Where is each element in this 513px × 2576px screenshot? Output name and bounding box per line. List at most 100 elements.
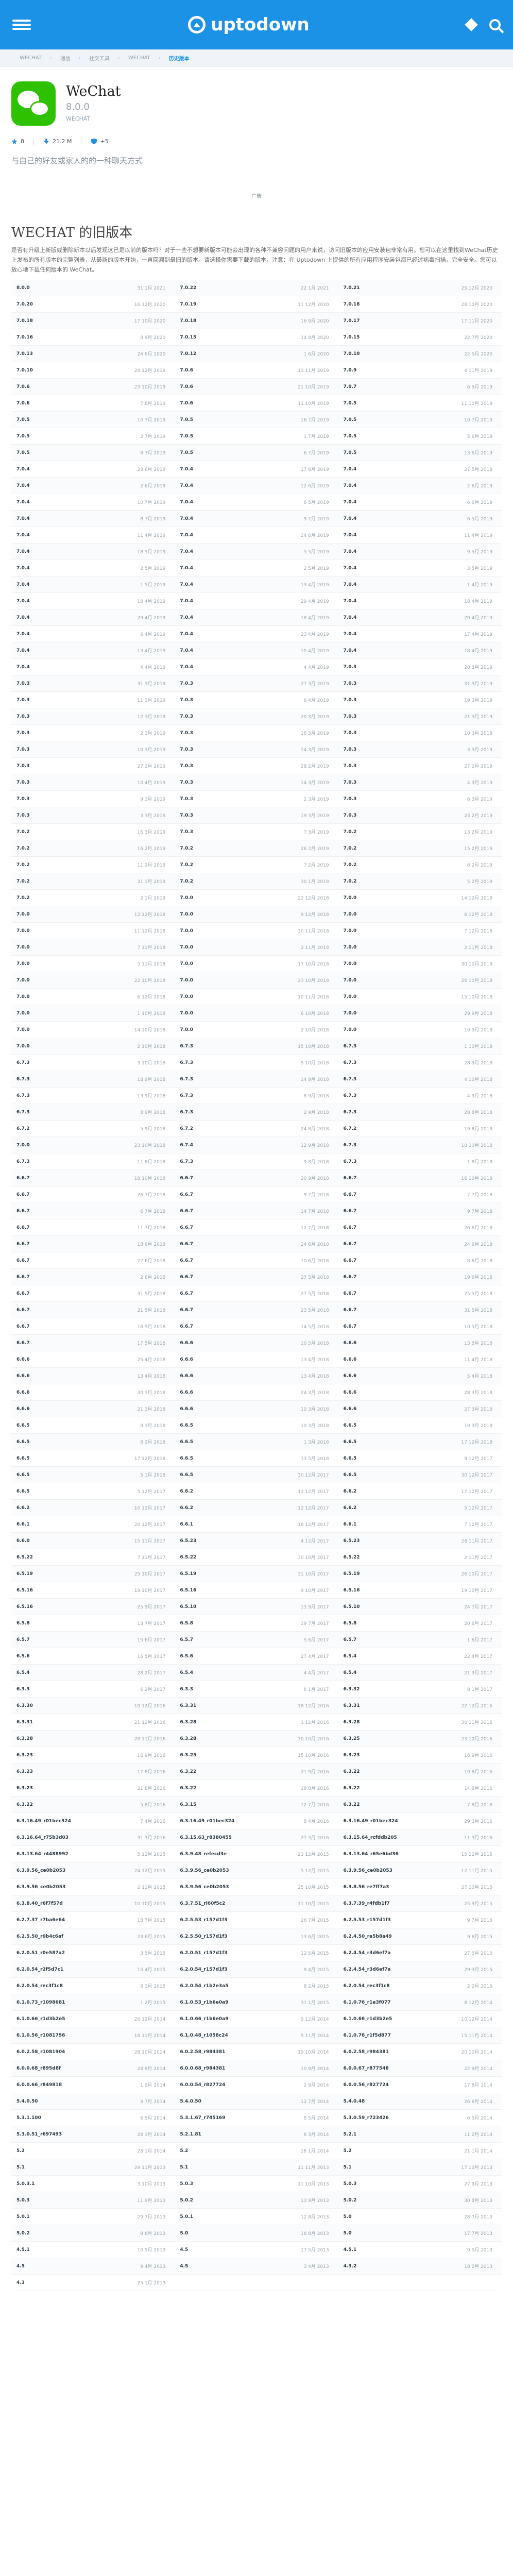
version-item[interactable]: 7.0.18 17 10月 2020 [11,317,175,325]
version-item[interactable]: 6.6.5 8 2月 2018 [11,1438,175,1446]
version-item[interactable]: 6.6.5 10 3月 2018 [175,1422,338,1429]
version-item[interactable]: 6.3.30 10 12月 2016 [11,1702,175,1709]
version-item[interactable]: 6.3.7.51_ri60f5c2 11 10月 2015 [175,1900,338,1907]
version-item[interactable]: 7.0.0 10 9月 2018 [338,1026,502,1033]
version-item[interactable]: 6.6.6 13 4月 2018 [11,1372,175,1380]
version-item[interactable]: 7.0.4 6 5月 2019 [175,499,338,506]
version-item[interactable]: 6.3.28 28 11月 2016 [11,1735,175,1742]
version-item[interactable]: 7.0.4 3 5月 2019 [338,565,502,572]
breadcrumb-item[interactable]: WECHAT [120,55,159,61]
version-item[interactable]: 7.0.6 7 8月 2019 [11,400,175,407]
version-item[interactable]: 6.6.2 17 12月 2017 [338,1488,502,1495]
version-item[interactable]: 6.7.3 1 10月 2018 [338,1043,502,1050]
version-item[interactable]: 7.0.3 11 3月 2019 [11,697,175,704]
version-item[interactable]: 6.1.0.66_r1b6e0a9 9 12月 2014 [175,2015,338,2023]
version-item[interactable]: 6.3.22 19 8月 2016 [338,1768,502,1775]
version-item[interactable]: 6.5.19 26 10月 2017 [338,1570,502,1578]
version-item[interactable]: 7.0.3 16 3月 2019 [175,730,338,737]
version-item[interactable]: 6.1.0.56_r1081756 18 11月 2014 [11,2032,175,2039]
version-item[interactable]: 6.6.7 19 6月 2018 [338,1274,502,1281]
version-item[interactable]: 8.0.0 31 1月 2021 [11,284,175,292]
version-item[interactable]: 7.0.4 18 4月 2019 [338,598,502,605]
version-item[interactable]: 7.0.0 2 11月 2018 [175,944,338,951]
version-item[interactable]: 7.0.2 7 2月 2019 [175,861,338,869]
version-item[interactable]: 7.0.3 4 3月 2019 [338,779,502,786]
version-item[interactable]: 7.0.4 17 6月 2019 [175,466,338,473]
version-item[interactable]: 7.0.4 29 4月 2019 [11,614,175,621]
version-item[interactable]: 7.0.0 2 11月 2018 [338,944,502,951]
version-item[interactable]: 7.0.2 5 2月 2019 [338,878,502,885]
version-item[interactable]: 5.3.1.67_r745169 8 5月 2014 [175,2114,338,2122]
version-item[interactable]: 6.6.7 9 7月 2018 [338,1208,502,1215]
version-item[interactable]: 7.0.2 16 3月 2019 [11,828,175,836]
version-item[interactable]: 7.0.10 28 12月 2019 [11,367,175,374]
version-item[interactable]: 6.6.7 16 10月 2018 [338,1175,502,1182]
version-item[interactable]: 6.3.28 30 11月 2016 [338,1719,502,1726]
version-item[interactable]: 6.3.13.64_r4488992 5 12月 2015 [11,1851,175,1858]
version-item[interactable]: 6.3.23 17 8月 2016 [11,1768,175,1775]
version-item[interactable]: 7.0.10 22 5月 2020 [338,350,502,358]
version-item[interactable]: 6.5.6 27 4月 2017 [175,1653,338,1660]
version-item[interactable]: 7.0.0 15 10月 2018 [338,993,502,1001]
version-item[interactable]: 6.6.7 25 5月 2018 [338,1290,502,1297]
version-item[interactable]: 7.0.0 5 11月 2018 [11,960,175,968]
version-item[interactable]: 6.3.22 14 8月 2016 [338,1785,502,1792]
version-item[interactable]: 6.6.7 10 6月 2018 [175,1257,338,1264]
version-item[interactable]: 6.6.6 25 4月 2018 [11,1356,175,1363]
version-item[interactable]: 7.0.4 6 5月 2019 [338,515,502,522]
version-item[interactable]: 6.3.9.56_ce0b2053 12 11月 2015 [338,1867,502,1874]
version-item[interactable]: 7.0.4 13 4月 2019 [11,647,175,654]
version-item[interactable]: 6.6.7 9 7月 2018 [175,1191,338,1198]
version-item[interactable]: 7.0.5 2 7月 2019 [11,433,175,440]
version-item[interactable]: 6.6.7 31 5月 2018 [338,1307,502,1314]
version-item[interactable]: 6.5.4 21 3月 2017 [338,1669,502,1676]
version-item[interactable]: 7.0.4 10 4月 2019 [175,647,338,654]
version-item[interactable]: 7.0.0 30 11月 2018 [175,927,338,935]
version-item[interactable]: 7.0.15 22 7月 2020 [338,334,502,341]
version-item[interactable]: 5.4.0.50 9 7月 2014 [11,2098,175,2105]
version-item[interactable]: 6.5.16 9 10月 2017 [175,1587,338,1594]
version-item[interactable]: 7.0.3 2 3月 2019 [11,730,175,737]
version-item[interactable]: 6.7.3 9 8月 2018 [175,1158,338,1165]
version-item[interactable]: 6.3.3 8 1月 2017 [175,1686,338,1693]
version-item[interactable]: 6.7.3 11 8月 2018 [11,1158,175,1165]
version-item[interactable]: 7.0.3 14 3月 2019 [175,779,338,786]
version-item[interactable]: 7.0.6 11 10月 2019 [175,400,338,407]
version-item[interactable]: 7.0.0 26 10月 2018 [338,977,502,984]
version-item[interactable]: 6.6.7 8 6月 2018 [338,1257,502,1264]
version-item[interactable]: 4.5.1 10 5月 2013 [11,2246,175,2253]
version-item[interactable]: 6.0.2.58_r984381 20 10月 2014 [338,2048,502,2056]
version-item[interactable]: 6.7.3 4 10月 2018 [338,1076,502,1083]
version-item[interactable]: 7.0.2 31 1月 2019 [11,878,175,885]
version-item[interactable]: 6.5.10 24 7月 2017 [338,1603,502,1611]
version-item[interactable]: 7.0.3 31 3月 2019 [11,680,175,687]
version-item[interactable]: 7.0.0 29 9月 2018 [338,1010,502,1017]
version-item[interactable]: 5.0.1 12 8月 2013 [175,2213,338,2221]
version-item[interactable]: 6.0.0.54_r827724 2 9月 2014 [175,2081,338,2089]
version-item[interactable]: 6.3.22 18 8月 2016 [175,1785,338,1792]
version-item[interactable]: 7.0.3 27 3月 2019 [175,680,338,687]
version-item[interactable]: 7.0.7 6 9月 2019 [338,383,502,391]
version-item[interactable]: 6.5.22 2 11月 2017 [338,1554,502,1561]
search-icon[interactable] [489,19,501,30]
breadcrumb-item[interactable]: 社交工具 [81,54,118,62]
version-item[interactable]: 5.0.2 9 8月 2013 [11,2230,175,2237]
version-item[interactable]: 6.7.3 9 10月 2018 [175,1059,338,1066]
version-item[interactable]: 6.5.19 31 10月 2017 [175,1570,338,1578]
version-item[interactable]: 6.6.1 16 12月 2017 [175,1521,338,1528]
version-item[interactable]: 6.2.5.50_r157d1f3 13 6月 2015 [175,1933,338,1940]
version-item[interactable]: 7.0.0 1 10月 2018 [11,1010,175,1017]
version-item[interactable]: 5.4.0.48 26 6月 2014 [338,2098,502,2105]
version-item[interactable]: 7.0.3 3 3月 2019 [11,812,175,819]
version-item[interactable]: 4.5 9 4月 2013 [11,2263,175,2270]
version-item[interactable]: 4.3.2 18 2月 2013 [338,2263,502,2270]
version-item[interactable]: 6.1.0.76_r1f5d877 15 11月 2014 [338,2032,502,2039]
version-item[interactable]: 6.3.9.56_ce0b2053 24 12月 2015 [11,1867,175,1874]
version-item[interactable]: 6.6.6 13 4月 2018 [175,1372,338,1380]
version-item[interactable]: 7.0.0 12 12月 2018 [11,911,175,918]
version-item[interactable]: 6.7.3 13 9月 2018 [11,1092,175,1099]
version-item[interactable]: 7.0.3 3 3月 2019 [338,746,502,753]
version-item[interactable]: 7.0.5 5 6月 2019 [338,433,502,440]
version-item[interactable]: 7.0.3 28 2月 2019 [175,762,338,770]
version-item[interactable]: 7.0.4 1 5月 2019 [11,581,175,588]
